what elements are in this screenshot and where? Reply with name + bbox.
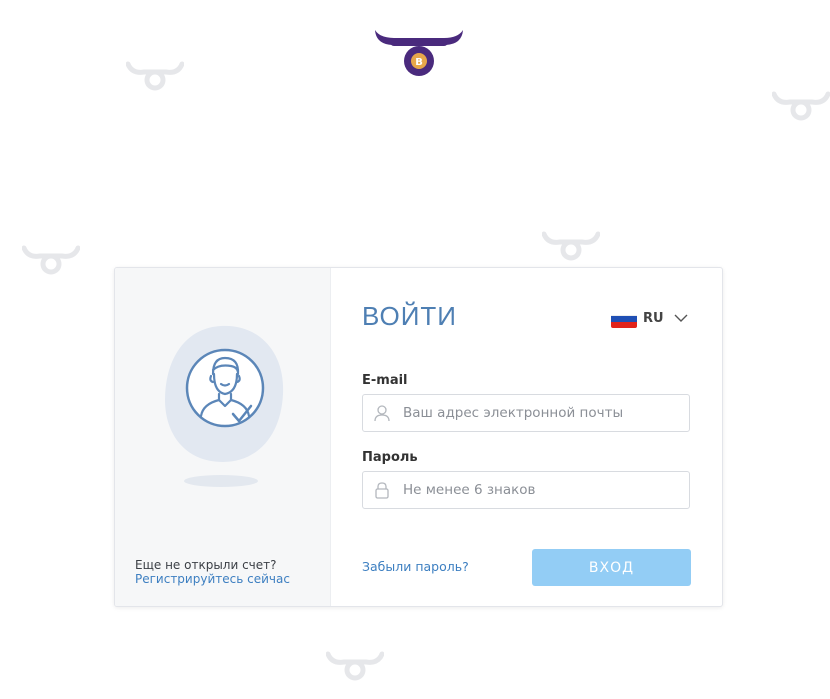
password-field[interactable]	[401, 472, 689, 508]
background-logo-icon	[126, 60, 184, 92]
login-title: ВОЙТИ	[362, 301, 457, 331]
email-label: E-mail	[362, 373, 408, 388]
russia-flag-icon	[611, 308, 637, 328]
language-selector[interactable]: RU	[611, 308, 688, 328]
user-icon	[374, 405, 390, 422]
lock-icon	[375, 482, 389, 499]
background-logo-icon	[22, 244, 80, 276]
login-button[interactable]: ВХОД	[532, 549, 691, 586]
login-form: ВОЙТИ RU E-mail Пароль	[331, 268, 722, 606]
no-account-text: Еще не открыли счет?	[135, 558, 277, 572]
background-logo-icon	[326, 650, 384, 682]
forgot-password-link[interactable]: Забыли пароль?	[362, 559, 469, 574]
avatar-shadow	[184, 475, 258, 487]
language-code: RU	[643, 310, 664, 326]
email-field[interactable]	[401, 395, 689, 431]
chevron-down-icon	[674, 314, 688, 322]
register-link[interactable]: Регистрируйтесь сейчас	[135, 572, 290, 586]
login-side-panel: Еще не открыли счет? Регистрируйтесь сей…	[115, 268, 331, 606]
background-logo-icon	[772, 90, 830, 122]
user-avatar-illustration	[165, 325, 284, 462]
brand-logo: B	[372, 28, 466, 80]
bull-horns-bitcoin-icon: B	[375, 30, 463, 76]
email-field-wrapper	[362, 394, 690, 432]
background-logo-icon	[542, 230, 600, 262]
coin-symbol: B	[415, 57, 423, 68]
password-field-wrapper	[362, 471, 690, 509]
login-card: Еще не открыли счет? Регистрируйтесь сей…	[114, 267, 723, 607]
password-label: Пароль	[362, 450, 418, 465]
